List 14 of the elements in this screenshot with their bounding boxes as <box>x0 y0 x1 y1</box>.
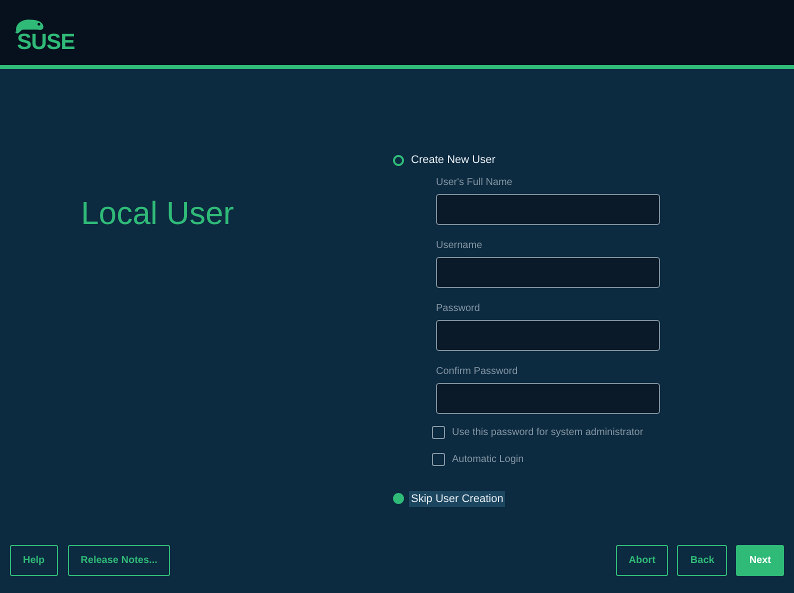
footer-button[interactable]: Back <box>677 545 728 576</box>
footer-button[interactable]: Help <box>10 545 58 576</box>
field-label: User's Full Name <box>436 176 514 188</box>
field-label: Confirm Password <box>436 364 519 376</box>
radio-button[interactable] <box>393 493 404 504</box>
radio-button[interactable] <box>393 154 404 166</box>
radio-label[interactable]: Skip User Creation <box>409 490 506 507</box>
field-label: Username <box>436 238 484 250</box>
logo-text: SUSE <box>17 30 75 52</box>
footer-button[interactable]: Release Notes... <box>68 545 170 576</box>
page-title: Local User <box>81 194 235 233</box>
radio-label[interactable]: Create New User <box>411 152 496 168</box>
field-label: Password <box>436 302 481 314</box>
footer-button[interactable]: Abort <box>616 545 668 576</box>
